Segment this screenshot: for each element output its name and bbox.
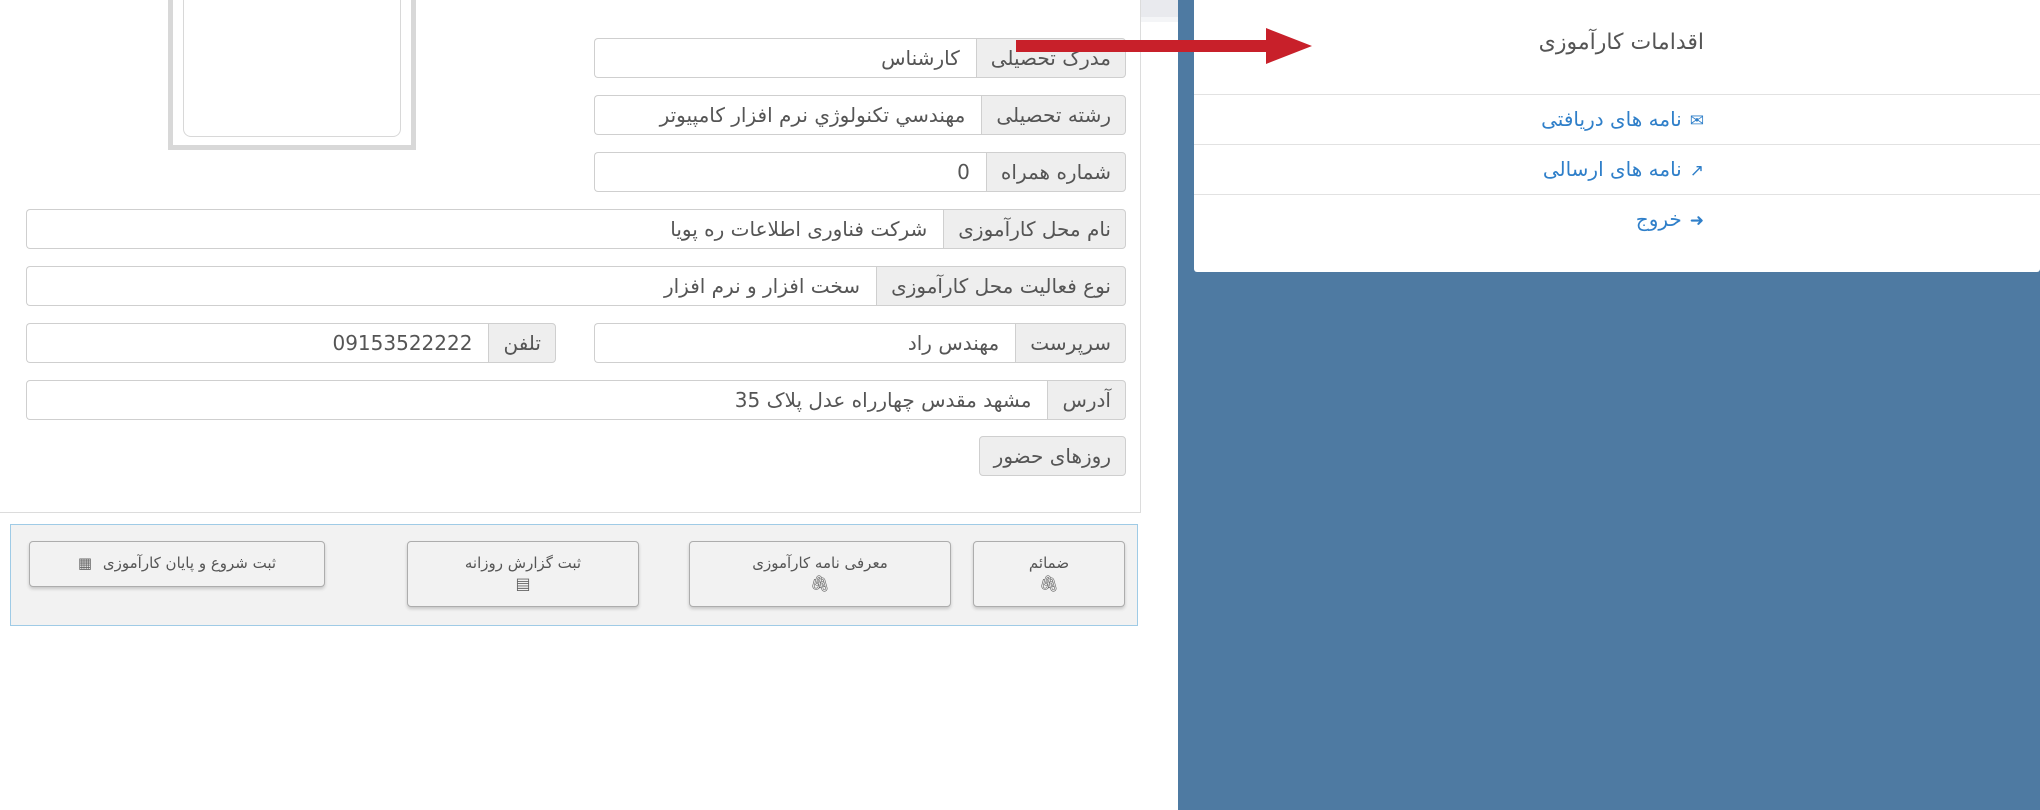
phone-field[interactable]: 09153522222 <box>26 323 489 363</box>
start-end-internship-button-label: ثبت شروع و پایان کارآموزی <box>102 554 277 572</box>
address-field[interactable]: مشهد مقدس چهارراه عدل پلاک 35 <box>26 380 1048 420</box>
envelope-icon: ✉ <box>1689 111 1704 131</box>
intro-letter-button-label: معرفی نامه کارآموزی <box>752 554 888 572</box>
phone-row: تلفن 09153522222 <box>26 323 556 363</box>
attachments-button-label: ضمائم <box>1028 554 1070 572</box>
major-label: رشته تحصیلی <box>981 95 1126 135</box>
supervisor-field[interactable]: مهندس راد <box>594 323 1016 363</box>
arrow-shape <box>1016 28 1312 64</box>
profile-photo-placeholder <box>183 0 401 137</box>
student-info-panel: مدرک تحصیلی کارشناس رشته تحصیلی مهندسي ت… <box>0 0 1141 513</box>
sidebar-menu-title: اقدامات کارآموزی <box>1538 30 1704 55</box>
calendar-check-icon: ▦ <box>77 554 93 572</box>
red-arrow-annotation <box>1016 28 1312 64</box>
activity-type-row: نوع فعالیت محل کارآموزی سخت افزار و نرم … <box>26 266 1126 306</box>
sidebar-item-label: خروج <box>1635 207 1682 231</box>
attendance-days-row: روزهای حضور <box>978 436 1126 476</box>
daily-report-button-label: ثبت گزارش روزانه <box>464 554 582 572</box>
address-label: آدرس <box>1047 380 1126 420</box>
start-end-internship-button[interactable]: ثبت شروع و پایان کارآموزی ▦ <box>29 541 325 587</box>
paperclip-icon: 🖇 <box>809 574 831 593</box>
sidebar-item-logout[interactable]: ➜ خروج <box>1194 194 2040 244</box>
supervisor-row: سرپرست مهندس راد <box>594 323 1126 363</box>
sidebar-menu: اقدامات کارآموزی ✉ نامه های دریافتی ↗ نامه… <box>1194 0 2040 272</box>
internship-place-label: نام محل کارآموزی <box>943 209 1126 249</box>
mobile-field[interactable]: 0 <box>594 152 986 192</box>
major-row: رشته تحصیلی مهندسي تكنولوژي نرم افزار كا… <box>594 95 1126 135</box>
sidebar-item-received-letters[interactable]: ✉ نامه های دریافتی <box>1194 94 2040 144</box>
mobile-row: شماره همراه 0 <box>594 152 1126 192</box>
intro-letter-button[interactable]: معرفی نامه کارآموزی 🖇 <box>689 541 951 607</box>
scroll-icon: ▤ <box>515 574 531 593</box>
mobile-label: شماره همراه <box>985 152 1126 192</box>
degree-field[interactable]: کارشناس <box>594 38 976 78</box>
attachments-button[interactable]: ضمائم 🖇 <box>973 541 1125 607</box>
activity-type-field[interactable]: سخت افزار و نرم افزار <box>26 266 877 306</box>
address-row: آدرس مشهد مقدس چهارراه عدل پلاک 35 <box>26 380 1126 420</box>
sidebar-item-label: نامه های دریافتی <box>1541 107 1682 131</box>
sign-out-icon: ➜ <box>1689 211 1704 231</box>
activity-type-label: نوع فعالیت محل کارآموزی <box>876 266 1126 306</box>
paperclip-icon: 🖇 <box>1038 574 1060 593</box>
internship-place-row: نام محل کارآموزی شرکت فناوری اطلاعات ره … <box>26 209 1126 249</box>
supervisor-label: سرپرست <box>1015 323 1126 363</box>
internship-place-field[interactable]: شرکت فناوری اطلاعات ره پویا <box>26 209 944 249</box>
daily-report-button[interactable]: ثبت گزارش روزانه ▤ <box>407 541 639 607</box>
action-buttons-bar: ضمائم 🖇 معرفی نامه کارآموزی 🖇 ثبت گزارش … <box>10 524 1138 626</box>
profile-photo-frame <box>168 0 416 150</box>
share-icon: ↗ <box>1689 161 1704 181</box>
attendance-days-label: روزهای حضور <box>978 436 1126 476</box>
phone-label: تلفن <box>488 323 556 363</box>
sidebar-item-sent-letters[interactable]: ↗ نامه های ارسالی <box>1194 144 2040 194</box>
major-field[interactable]: مهندسي تكنولوژي نرم افزار كامپيوتر <box>594 95 982 135</box>
sidebar-item-label: نامه های ارسالی <box>1542 157 1682 181</box>
